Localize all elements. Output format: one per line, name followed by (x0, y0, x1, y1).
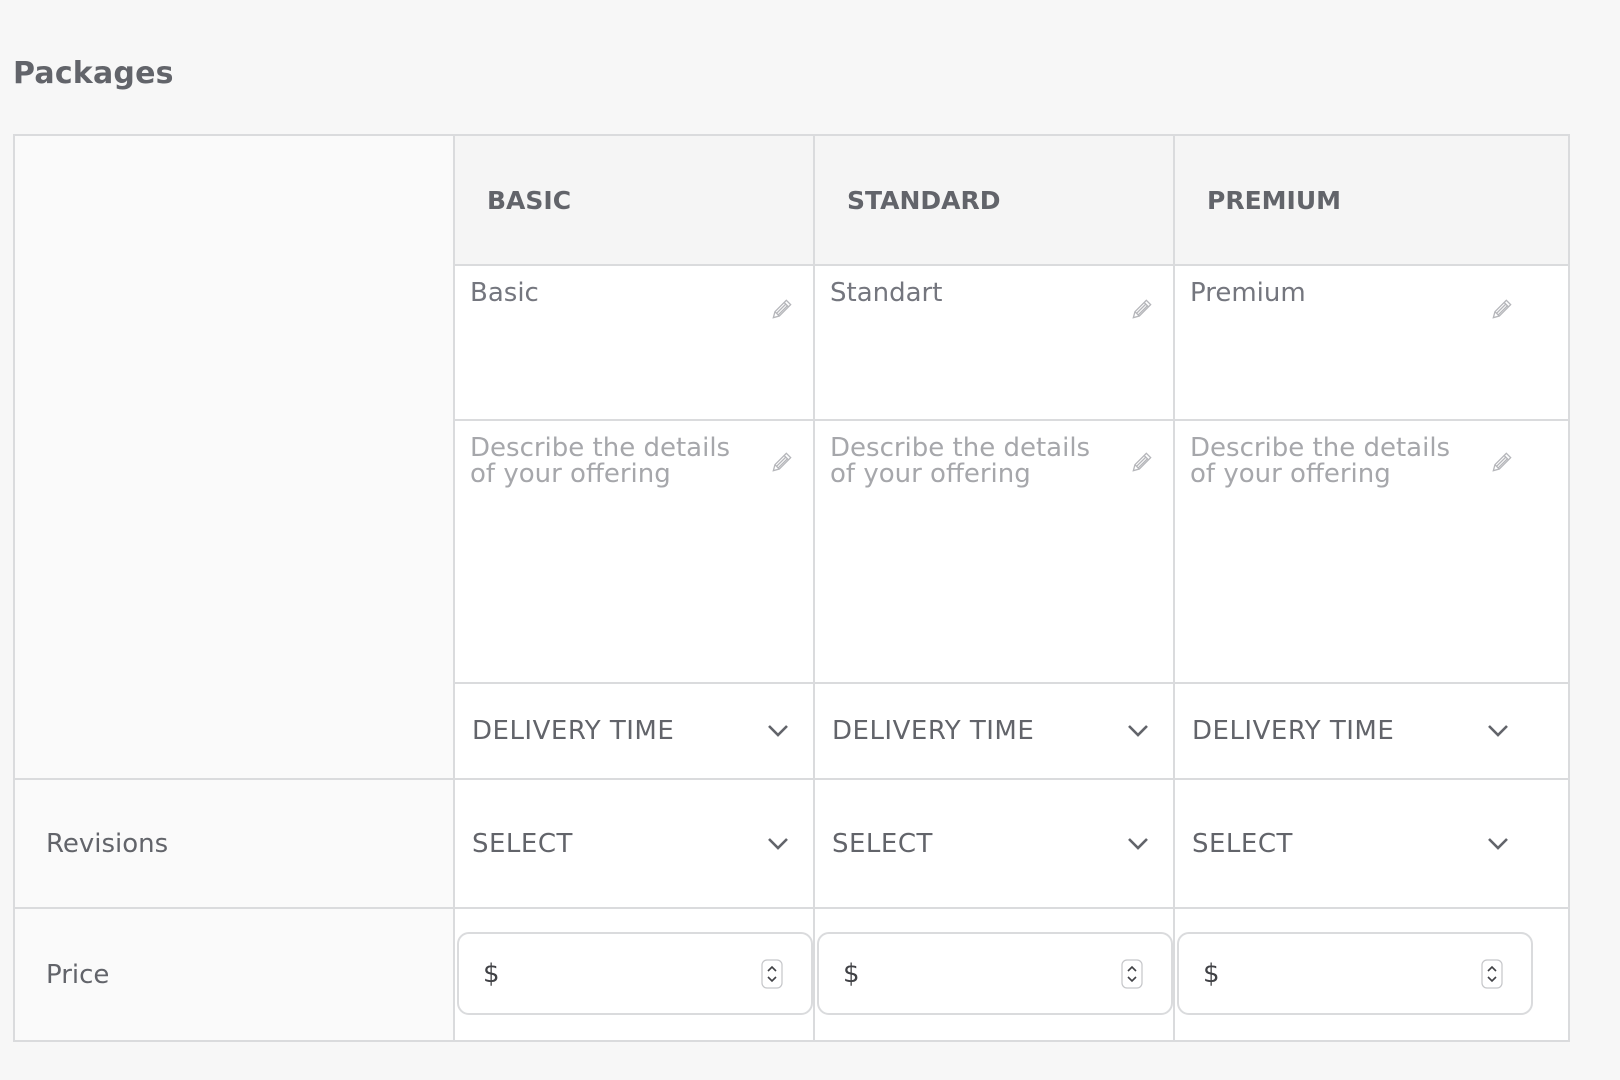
delivery-time-label: DELIVERY TIME (832, 716, 1035, 746)
currency-prefix: $ (843, 958, 860, 989)
price-input-premium[interactable]: $ (1177, 932, 1533, 1015)
row-label-price: Price (46, 959, 110, 990)
chevron-down-icon (1488, 725, 1508, 737)
revisions-label: SELECT (472, 828, 573, 859)
pencil-icon[interactable] (1129, 449, 1155, 475)
description-placeholder: Describe the details of your offering (830, 433, 1091, 489)
delivery-time-select-standard[interactable]: DELIVERY TIME (815, 684, 1173, 778)
page-title: Packages (13, 56, 174, 91)
pencil-icon[interactable] (769, 296, 795, 322)
price-input-standard[interactable]: $ (817, 932, 1173, 1015)
package-description-field-premium[interactable]: Describe the details of your offering (1175, 421, 1568, 682)
pencil-icon[interactable] (1129, 296, 1155, 322)
revisions-select-standard[interactable]: SELECT (815, 780, 1173, 907)
package-name-field-standard[interactable]: Standart (815, 266, 1173, 419)
delivery-time-select-premium[interactable]: DELIVERY TIME (1175, 684, 1568, 778)
package-description-field-basic[interactable]: Describe the details of your offering (455, 421, 813, 682)
chevron-down-icon (1128, 725, 1148, 737)
package-name-value: Basic (470, 278, 539, 308)
price-input-basic[interactable]: $ (457, 932, 813, 1015)
package-name-value: Standart (830, 278, 943, 308)
description-placeholder: Describe the details of your offering (1190, 433, 1451, 489)
pencil-icon[interactable] (1489, 296, 1515, 322)
description-placeholder: Describe the details of your offering (470, 433, 731, 489)
chevron-down-icon (768, 837, 788, 850)
currency-prefix: $ (1203, 958, 1220, 989)
number-spinner-icon[interactable] (761, 958, 783, 989)
number-spinner-icon[interactable] (1481, 958, 1503, 989)
delivery-time-select-basic[interactable]: DELIVERY TIME (455, 684, 813, 778)
chevron-down-icon (1488, 837, 1508, 850)
pencil-icon[interactable] (1489, 449, 1515, 475)
package-header-premium: PREMIUM (1175, 136, 1568, 264)
package-description-field-standard[interactable]: Describe the details of your offering (815, 421, 1173, 682)
package-name-value: Premium (1190, 278, 1306, 308)
package-name-field-premium[interactable]: Premium (1175, 266, 1568, 419)
chevron-down-icon (768, 725, 788, 737)
row-label-revisions: Revisions (46, 828, 169, 859)
pencil-icon[interactable] (769, 449, 795, 475)
package-name-field-basic[interactable]: Basic (455, 266, 813, 419)
revisions-select-premium[interactable]: SELECT (1175, 780, 1568, 907)
delivery-time-label: DELIVERY TIME (1192, 716, 1395, 746)
packages-table: BASIC Basic Describe the details of your… (13, 134, 1570, 1042)
number-spinner-icon[interactable] (1121, 958, 1143, 989)
currency-prefix: $ (483, 958, 500, 989)
revisions-label: SELECT (1192, 828, 1293, 859)
delivery-time-label: DELIVERY TIME (472, 716, 675, 746)
chevron-down-icon (1128, 837, 1148, 850)
package-header-standard: STANDARD (815, 136, 1173, 264)
package-header-basic: BASIC (455, 136, 813, 264)
revisions-select-basic[interactable]: SELECT (455, 780, 813, 907)
revisions-label: SELECT (832, 828, 933, 859)
